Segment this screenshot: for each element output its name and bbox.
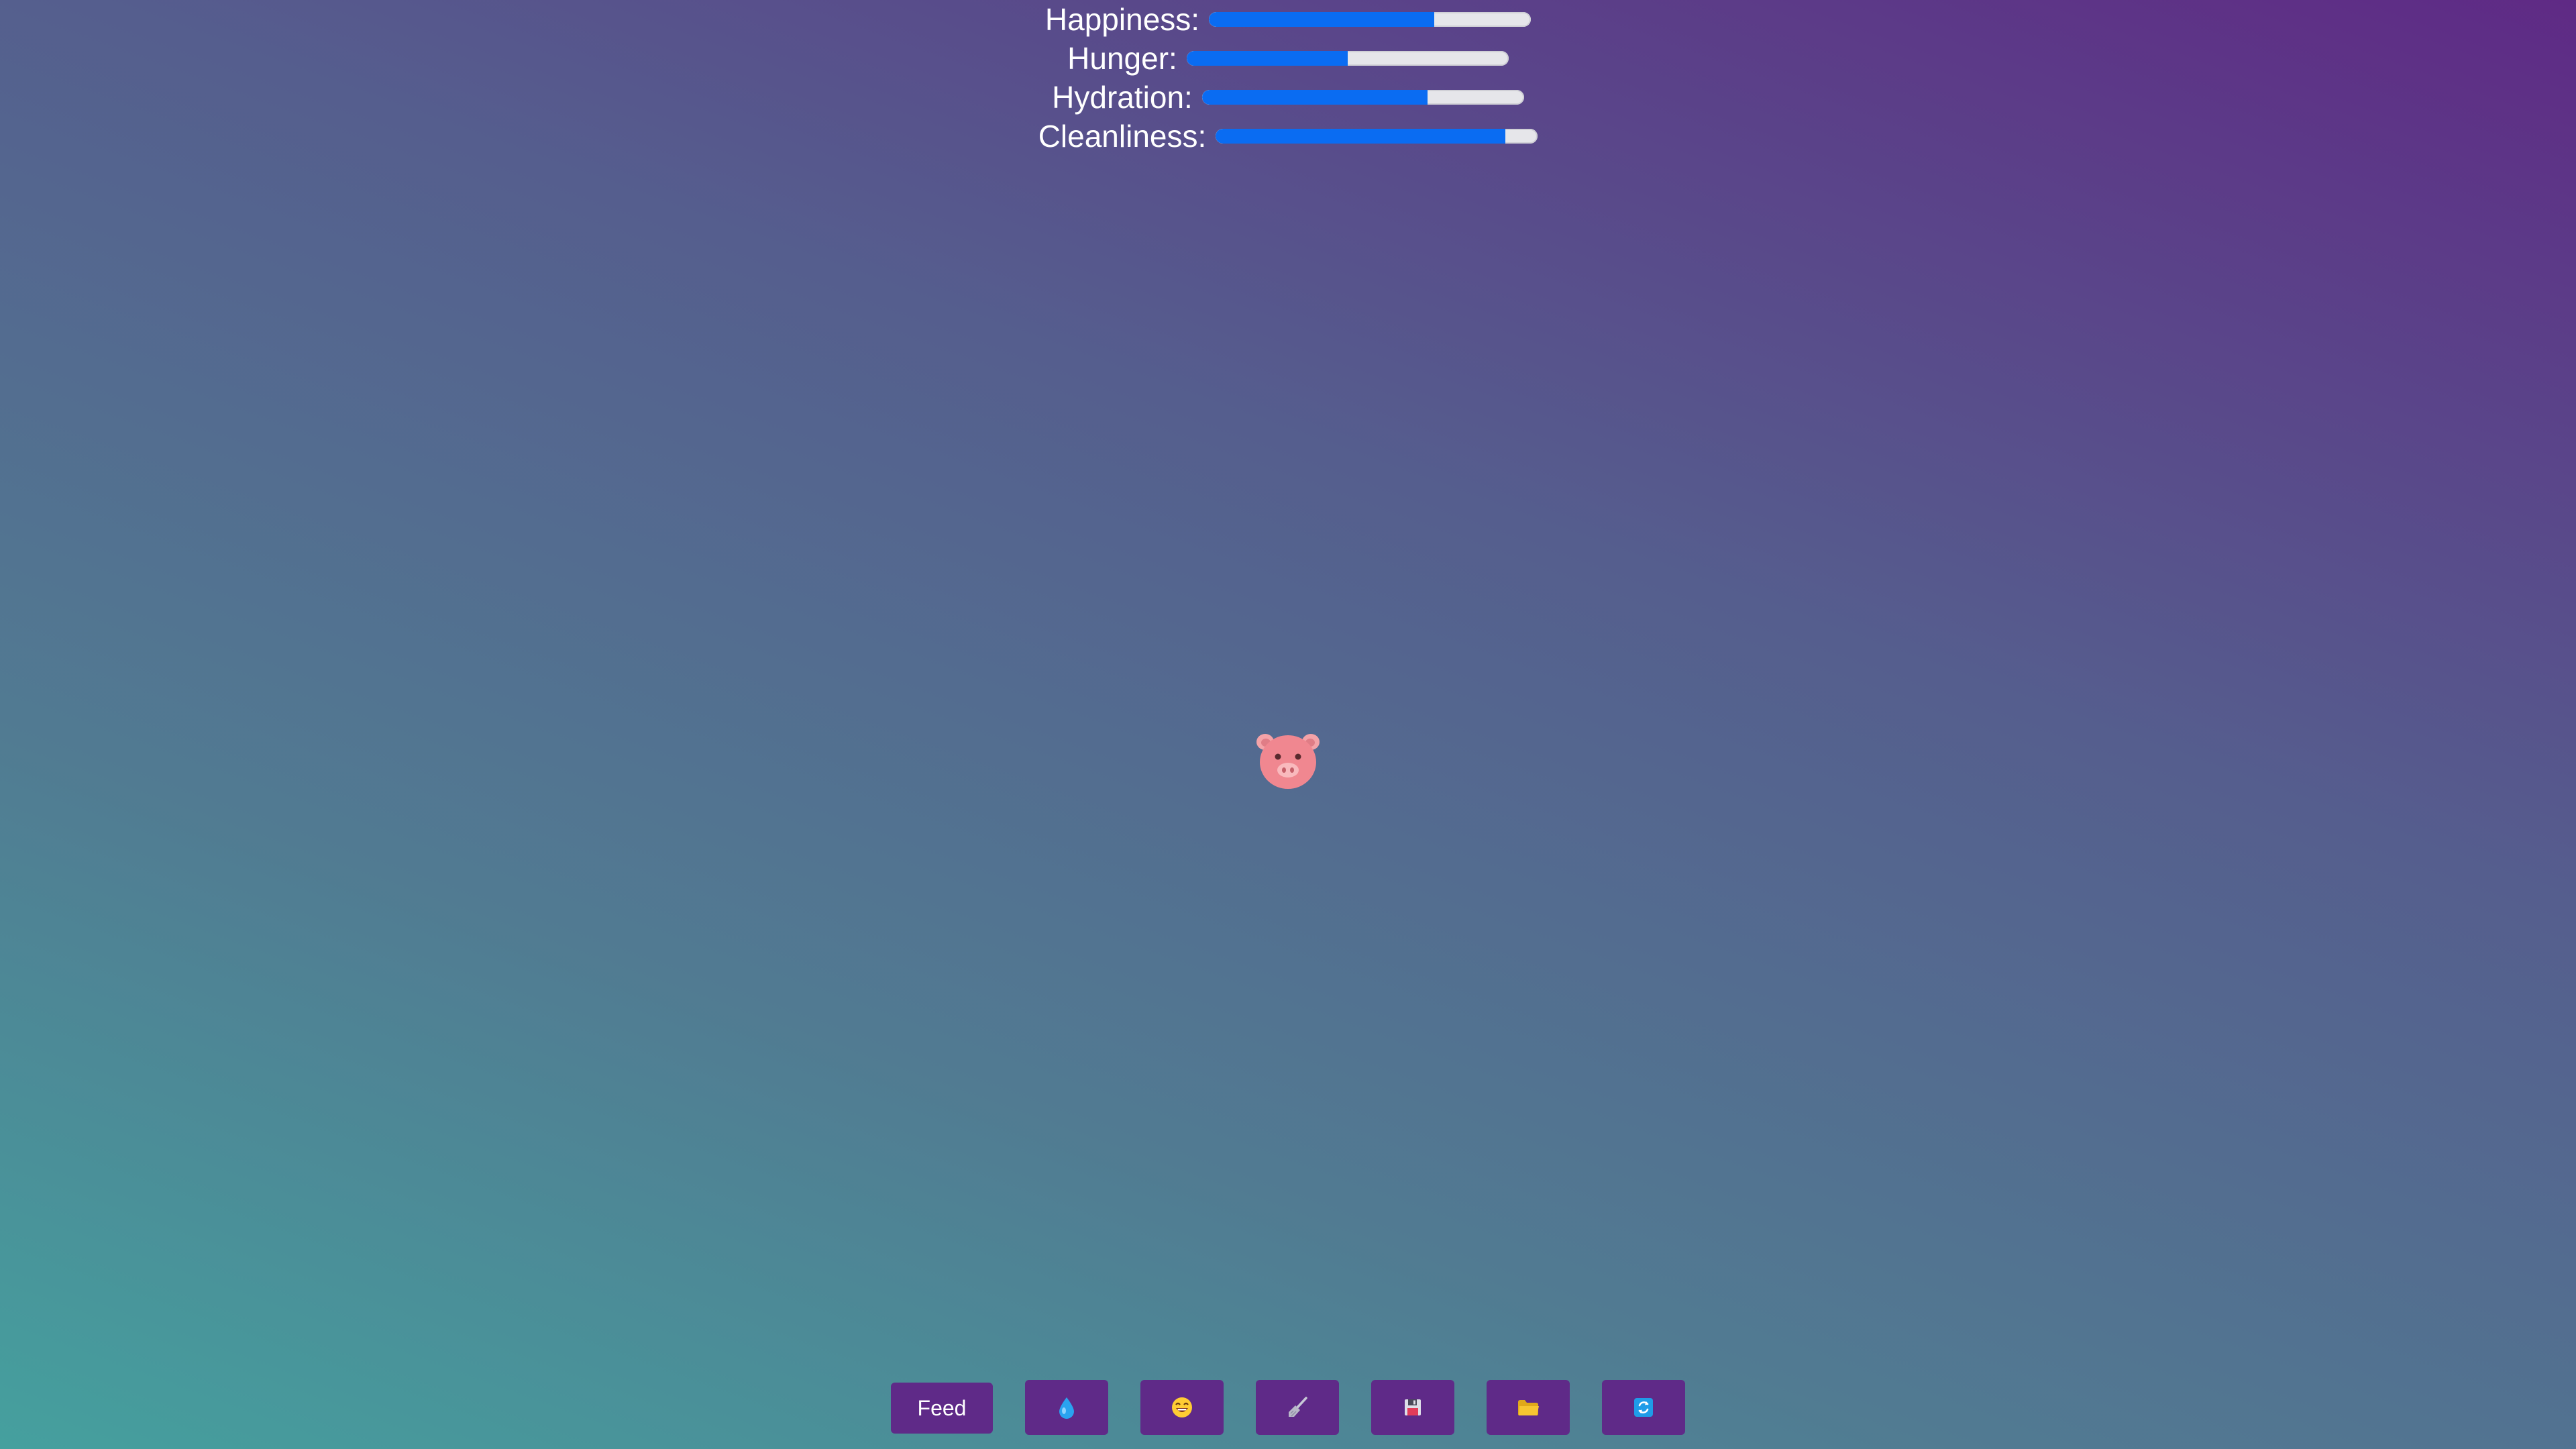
pig-face-icon bbox=[1256, 734, 1320, 789]
stat-cleanliness: Cleanliness: bbox=[1038, 117, 1538, 156]
happiness-bar-fill bbox=[1209, 12, 1435, 27]
water-button[interactable] bbox=[1025, 1380, 1108, 1435]
hunger-bar bbox=[1186, 51, 1509, 66]
reset-button[interactable] bbox=[1602, 1380, 1685, 1435]
stat-label: Happiness: bbox=[1044, 2, 1200, 37]
feed-button[interactable]: Feed bbox=[891, 1383, 993, 1434]
hydration-bar-fill bbox=[1201, 90, 1428, 105]
hydration-bar bbox=[1201, 90, 1524, 105]
stat-happiness: Happiness: bbox=[1044, 0, 1532, 39]
grinning-face-icon bbox=[1172, 1397, 1192, 1417]
happiness-bar bbox=[1209, 12, 1532, 27]
stats-panel: Happiness: Hunger: Hydration: Cleanlines… bbox=[0, 0, 2576, 156]
action-toolbar: Feed bbox=[0, 1380, 2576, 1435]
broom-icon bbox=[1289, 1397, 1307, 1417]
stat-label: Cleanliness: bbox=[1038, 119, 1207, 154]
water-drop-icon bbox=[1059, 1397, 1074, 1419]
load-button[interactable] bbox=[1487, 1380, 1570, 1435]
cleanliness-bar-fill bbox=[1216, 129, 1506, 144]
folder-icon bbox=[1518, 1400, 1539, 1415]
play-button[interactable] bbox=[1140, 1380, 1224, 1435]
stat-label: Hydration: bbox=[1052, 80, 1193, 115]
clean-button[interactable] bbox=[1256, 1380, 1339, 1435]
hunger-bar-fill bbox=[1186, 51, 1348, 66]
stat-hydration: Hydration: bbox=[1052, 78, 1524, 117]
refresh-icon bbox=[1634, 1398, 1653, 1417]
stat-hunger: Hunger: bbox=[1067, 39, 1509, 78]
cleanliness-bar bbox=[1216, 129, 1538, 144]
floppy-disk-icon bbox=[1405, 1399, 1421, 1415]
pet-pig[interactable] bbox=[1256, 730, 1320, 790]
save-button[interactable] bbox=[1371, 1380, 1454, 1435]
stat-label: Hunger: bbox=[1067, 41, 1177, 76]
